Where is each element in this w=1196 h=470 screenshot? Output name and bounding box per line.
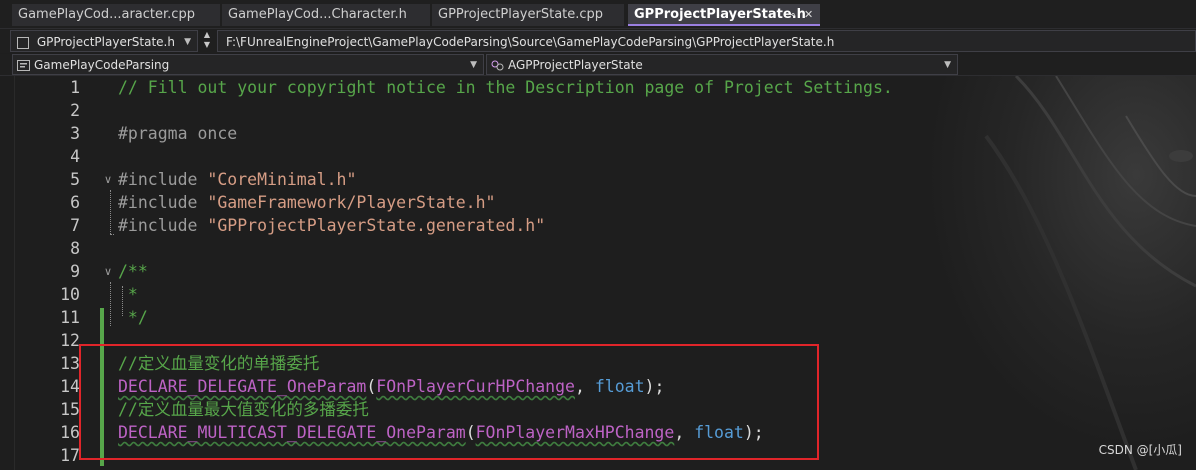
project-icon (17, 60, 30, 71)
line-number: 10 (60, 285, 80, 304)
code-token: */ (118, 308, 148, 327)
close-tab-icon[interactable]: ✕ (804, 4, 813, 24)
line-number: 17 (60, 446, 80, 465)
line-number: 14 (60, 377, 80, 396)
line-number: 3 (70, 124, 80, 143)
line-number: 7 (70, 216, 80, 235)
code-line[interactable]: 3 #pragma once (0, 122, 1196, 145)
watermark: CSDN @[小瓜] (1098, 443, 1182, 457)
chevron-down-icon: ▼ (203, 40, 211, 49)
code-text: // Fill out your copyright notice in the… (118, 76, 893, 99)
code-line[interactable]: 1 // Fill out your copyright notice in th… (0, 76, 1196, 99)
tab-playerstate-cpp[interactable]: GPProjectPlayerState.cpp (432, 4, 624, 26)
file-dropdown[interactable]: GPProjectPlayerState.h ▼ (10, 30, 198, 52)
scroll-spinner[interactable]: ▲ ▼ (200, 30, 214, 52)
code-line[interactable]: 11 */ (0, 306, 1196, 329)
code-token: "GameFramework/PlayerState.h" (207, 193, 496, 212)
code-line[interactable]: 4 (0, 145, 1196, 168)
line-number: 8 (70, 239, 80, 258)
code-line[interactable]: 9 /** (0, 260, 1196, 283)
line-number: 1 (70, 78, 80, 97)
line-number: 13 (60, 354, 80, 373)
line-number: 2 (70, 101, 80, 120)
code-line[interactable]: 5 #include "CoreMinimal.h" (0, 168, 1196, 191)
pin-tab-icon[interactable]: ⊸ (786, 4, 795, 24)
chevron-down-icon: ▼ (944, 60, 951, 70)
member-scope-dropdown[interactable]: AGPProjectPlayerState ▼ (486, 54, 958, 75)
code-editor[interactable]: ∨ ∨ 1// Fill out your copyright notice i… (0, 76, 1196, 470)
code-token: "GPProjectPlayerState.generated.h" (207, 216, 546, 235)
code-token: /** (118, 262, 148, 281)
code-text: #include "CoreMinimal.h" (118, 168, 356, 191)
code-line[interactable]: 2 (0, 99, 1196, 122)
code-line[interactable]: 7 #include "GPProjectPlayerState.generate… (0, 214, 1196, 237)
code-token: #pragma once (118, 124, 238, 143)
file-dropdown-value: GPProjectPlayerState.h (36, 35, 175, 49)
document-tab-strip: GamePlayCod...aracter.cpp GamePlayCod...… (0, 0, 1196, 29)
tab-playerstate-h[interactable]: GPProjectPlayerState.h ⊸ ✕ (628, 4, 820, 26)
code-text: #include "GameFramework/PlayerState.h" (118, 191, 496, 214)
code-text: /** (118, 260, 148, 283)
code-token: #include (118, 216, 208, 235)
code-line[interactable]: 8 (0, 237, 1196, 260)
file-icon (17, 36, 29, 49)
highlight-box (79, 344, 819, 460)
chevron-up-icon: ▲ (203, 30, 211, 39)
line-number: 15 (60, 400, 80, 419)
class-icon (491, 60, 504, 71)
code-token: // Fill out your copyright notice in the… (118, 78, 893, 97)
tab-label: GPProjectPlayerState.cpp (438, 7, 604, 22)
line-number: 6 (70, 193, 80, 212)
code-text: #include "GPProjectPlayerState.generated… (118, 214, 545, 237)
code-text: */ (118, 306, 148, 329)
line-number: 5 (70, 170, 80, 189)
code-text: #pragma once (118, 122, 237, 145)
file-path: F:\FUnrealEngineProject\GamePlayCodePars… (226, 35, 835, 49)
line-number: 4 (70, 147, 80, 166)
file-navigation-bar: GPProjectPlayerState.h ▼ ▲ ▼ F:\FUnrealE… (0, 29, 1196, 53)
line-number: 9 (70, 262, 80, 281)
line-number: 11 (60, 308, 80, 327)
tab-gameplay-character-h[interactable]: GamePlayCod...Character.h (222, 4, 430, 26)
chevron-down-icon: ▼ (470, 60, 477, 70)
project-scope-dropdown[interactable]: GamePlayCodeParsing ▼ (12, 54, 484, 75)
line-number: 16 (60, 423, 80, 442)
member-scope-value: AGPProjectPlayerState (508, 58, 643, 72)
code-token: * (118, 285, 138, 304)
code-line[interactable]: 6 #include "GameFramework/PlayerState.h" (0, 191, 1196, 214)
code-token: #include (118, 170, 208, 189)
line-number: 12 (60, 331, 80, 350)
code-token: #include (118, 193, 208, 212)
tab-gameplay-character-cpp[interactable]: GamePlayCod...aracter.cpp (12, 4, 220, 26)
tab-label: GamePlayCod...Character.h (228, 7, 407, 22)
tab-label: GamePlayCod...aracter.cpp (18, 7, 195, 22)
code-token: "CoreMinimal.h" (207, 170, 357, 189)
file-path-field[interactable]: F:\FUnrealEngineProject\GamePlayCodePars… (217, 30, 1196, 52)
chevron-down-icon: ▼ (184, 37, 191, 47)
code-line[interactable]: 10 * (0, 283, 1196, 306)
scope-navigation-bar: GamePlayCodeParsing ▼ AGPProjectPlayerSt… (0, 54, 1196, 76)
code-text: * (118, 283, 138, 306)
tab-label: GPProjectPlayerState.h (634, 7, 806, 22)
project-scope-value: GamePlayCodeParsing (34, 58, 170, 72)
